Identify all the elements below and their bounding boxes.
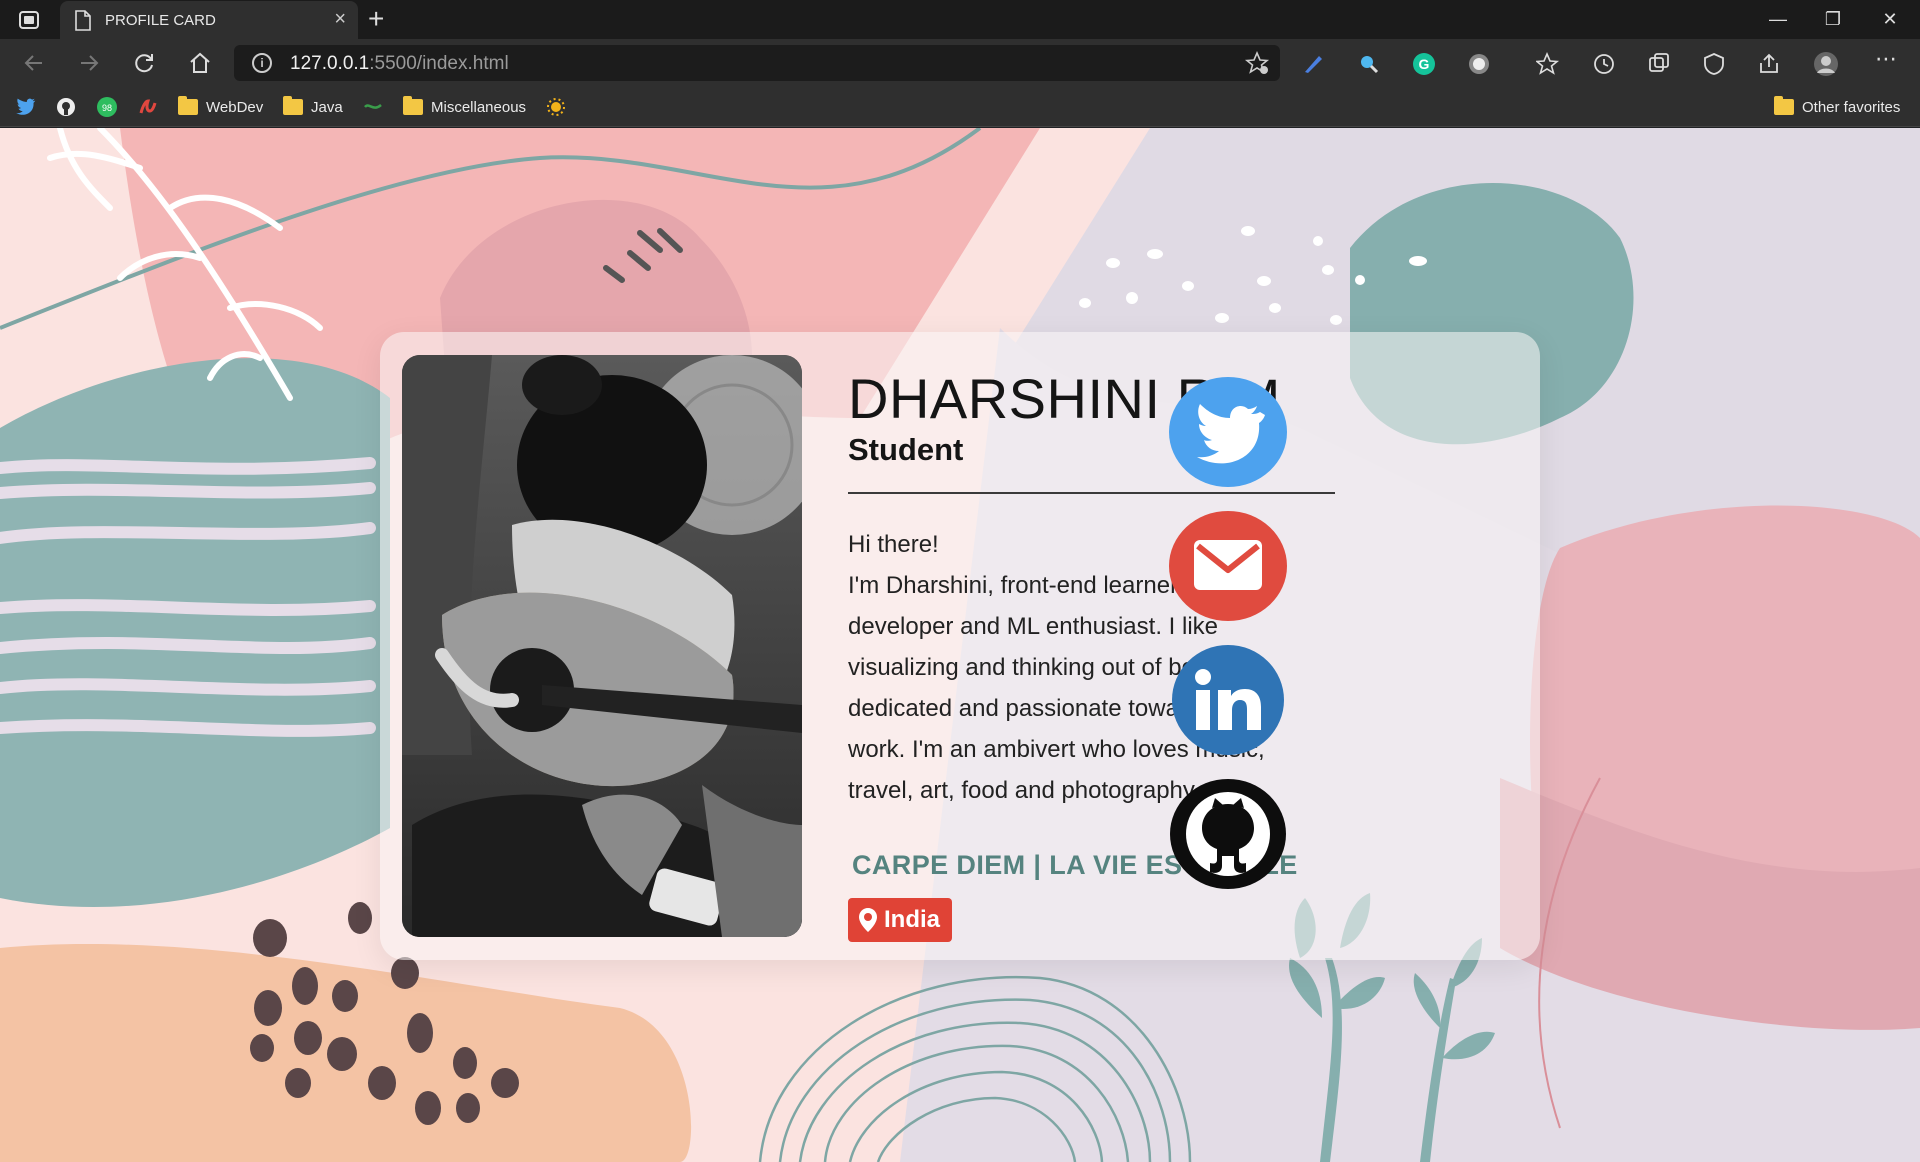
folder-icon — [403, 96, 423, 115]
profile-avatar-icon[interactable] — [1813, 51, 1839, 77]
url-text[interactable]: 127.0.0.1:5500/index.html — [290, 53, 509, 75]
record-extension-icon[interactable] — [1466, 51, 1492, 77]
page-icon — [75, 10, 91, 31]
twitter-link[interactable] — [1168, 376, 1288, 488]
magnifier-extension-icon[interactable] — [1356, 51, 1382, 77]
refresh-button[interactable] — [130, 49, 158, 77]
brand-icon — [139, 99, 157, 114]
navigation-toolbar: i 127.0.0.1:5500/index.html G ⋯ — [0, 39, 1920, 87]
map-pin-icon — [859, 908, 877, 932]
more-menu-button[interactable]: ⋯ — [1872, 48, 1900, 77]
site-info-icon[interactable]: i — [252, 53, 272, 73]
folder-icon — [178, 96, 198, 115]
refresh-icon — [135, 54, 153, 73]
bookmark-github[interactable] — [56, 95, 76, 119]
folder-icon — [283, 96, 303, 115]
close-window-button[interactable]: ✕ — [1870, 6, 1910, 32]
bookmark-sun[interactable] — [546, 95, 566, 119]
tab-title: PROFILE CARD — [105, 12, 216, 29]
location-badge: India — [848, 898, 953, 942]
forward-button[interactable] — [75, 49, 103, 77]
profile-photo-image — [402, 355, 802, 937]
title-bar: PROFILE CARD × + — ❐ ✕ — [0, 0, 1920, 39]
bookmark-miscellaneous[interactable]: Miscellaneous — [403, 95, 526, 119]
arrow-right-icon — [81, 55, 99, 71]
email-link[interactable] — [1168, 510, 1288, 622]
share-icon[interactable] — [1756, 51, 1782, 77]
profile-role: Student — [848, 432, 964, 467]
linkedin-link[interactable] — [1168, 644, 1288, 756]
svg-text:G: G — [1419, 56, 1430, 72]
bookmark-extension[interactable] — [363, 95, 383, 119]
favorites-bar: 98 WebDev Java Miscellaneous Other favor… — [0, 87, 1920, 127]
extension-icon — [364, 103, 382, 109]
bookmark-twitter[interactable] — [16, 95, 36, 119]
history-icon[interactable] — [1591, 51, 1617, 77]
minimize-button[interactable]: — — [1758, 6, 1798, 32]
collections-icon[interactable] — [1646, 51, 1672, 77]
page-viewport: DHARSHINI R M Student Hi there! I'm Dhar… — [0, 128, 1920, 1162]
bookmark-whatsapp[interactable]: 98 — [96, 95, 118, 119]
svg-text:98: 98 — [102, 103, 112, 113]
divider — [848, 492, 1335, 494]
other-favorites-folder[interactable]: Other favorites — [1774, 95, 1900, 119]
profile-card: DHARSHINI R M Student Hi there! I'm Dhar… — [380, 332, 1540, 960]
twitter-icon — [1169, 377, 1287, 487]
close-tab-icon[interactable]: × — [334, 9, 346, 29]
profile-photo — [402, 355, 802, 937]
arrow-left-icon — [24, 55, 42, 71]
sun-icon — [547, 98, 565, 116]
restore-button[interactable]: ❐ — [1813, 6, 1853, 32]
twitter-icon — [16, 98, 36, 115]
tab-profile-card[interactable]: PROFILE CARD × — [60, 1, 358, 39]
new-tab-button[interactable]: + — [368, 4, 384, 34]
location-text: India — [884, 906, 941, 933]
github-icon — [1170, 779, 1286, 889]
home-button[interactable] — [186, 49, 214, 77]
whatsapp-icon: 98 — [97, 97, 117, 117]
browser-essentials-icon[interactable] — [1701, 51, 1727, 77]
home-icon — [190, 52, 210, 73]
folder-icon — [1774, 96, 1794, 115]
tab-actions-icon[interactable] — [18, 10, 40, 30]
bookmark-webdev[interactable]: WebDev — [178, 95, 263, 119]
github-icon — [57, 98, 75, 116]
github-link[interactable] — [1168, 778, 1288, 890]
linkedin-icon — [1172, 645, 1284, 755]
back-button[interactable] — [20, 49, 48, 77]
favorites-icon[interactable] — [1536, 51, 1562, 77]
add-favorite-icon[interactable] — [1244, 50, 1270, 76]
grammarly-icon[interactable]: G — [1411, 51, 1437, 77]
bookmark-java[interactable]: Java — [283, 95, 343, 119]
pen-extension-icon[interactable] — [1300, 51, 1326, 77]
bookmark-brand[interactable] — [138, 95, 158, 119]
address-bar[interactable]: i 127.0.0.1:5500/index.html — [234, 45, 1280, 81]
email-icon — [1169, 511, 1287, 621]
